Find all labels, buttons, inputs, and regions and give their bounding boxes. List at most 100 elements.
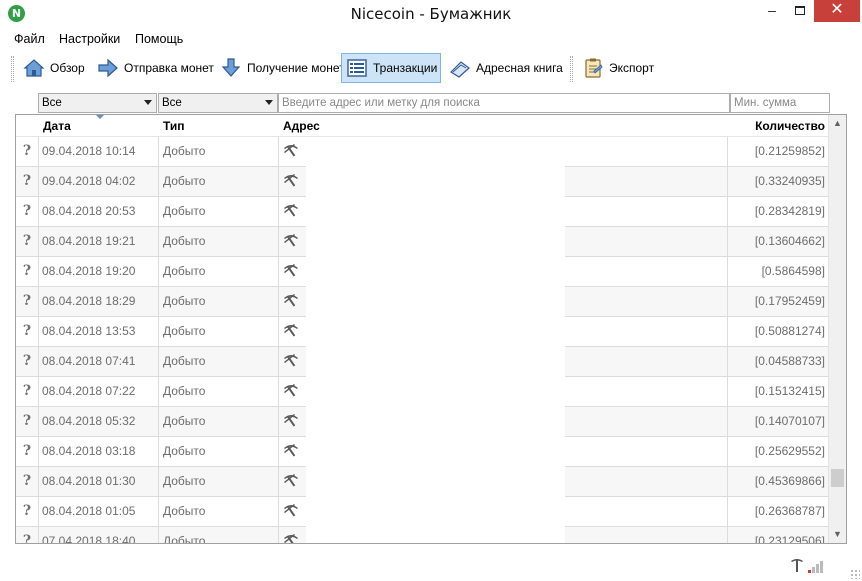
- export-label: Экспорт: [609, 61, 655, 75]
- mined-pickaxe-icon: [283, 354, 299, 368]
- addressbook-button[interactable]: Адресная книга: [445, 53, 567, 83]
- mined-pickaxe-icon: [283, 234, 299, 248]
- status-unconfirmed-icon: ?: [16, 227, 39, 257]
- row-date: 09.04.2018 04:02: [39, 167, 159, 197]
- filter-bar: Все Все Введите адрес или метку для поис…: [0, 93, 862, 114]
- overview-button[interactable]: Обзор: [19, 53, 89, 83]
- status-icons: [789, 557, 823, 573]
- mined-pickaxe-icon: [283, 414, 299, 428]
- close-button[interactable]: ✕: [814, 0, 860, 22]
- row-date: 08.04.2018 18:29: [39, 287, 159, 317]
- row-amount: [0.15132415]: [754, 384, 825, 398]
- row-type: Добыто: [159, 257, 279, 287]
- send-button[interactable]: Отправка монет: [93, 53, 218, 83]
- connection-signal-icon: [808, 559, 823, 573]
- column-header-address[interactable]: Адрес: [283, 119, 320, 133]
- scroll-down-icon[interactable]: ▼: [829, 526, 846, 543]
- status-unconfirmed-icon: ?: [16, 167, 39, 197]
- type-filter-value: Все: [162, 97, 182, 109]
- resize-grip[interactable]: [850, 569, 860, 579]
- search-input[interactable]: Введите адрес или метку для поиска: [278, 93, 730, 113]
- row-date: 08.04.2018 19:20: [39, 257, 159, 287]
- addressbook-label: Адресная книга: [476, 61, 563, 75]
- sort-indicator-icon: [96, 115, 104, 119]
- maximize-icon: [795, 6, 805, 15]
- column-header-date[interactable]: Дата: [43, 119, 71, 133]
- row-amount: [0.21259852]: [754, 144, 825, 158]
- mined-pickaxe-icon: [283, 294, 299, 308]
- row-amount: [0.26368787]: [754, 504, 825, 518]
- row-amount: [0.17952459]: [754, 294, 825, 308]
- toolbar: Обзор Отправка монет Получение монет Тра…: [0, 50, 862, 86]
- row-date: 08.04.2018 05:32: [39, 407, 159, 437]
- row-type: Добыто: [159, 317, 279, 347]
- chevron-down-icon: [144, 100, 152, 105]
- row-type: Добыто: [159, 437, 279, 467]
- min-amount-input[interactable]: Мин. сумма: [730, 93, 830, 113]
- row-amount: [0.23129506]: [754, 534, 825, 544]
- minimize-button[interactable]: –: [757, 0, 787, 22]
- row-date: 08.04.2018 20:53: [39, 197, 159, 227]
- export-clipboard-icon: [585, 58, 603, 78]
- status-bar: [0, 552, 862, 581]
- toolbar-grip[interactable]: [11, 56, 14, 82]
- row-type: Добыто: [159, 467, 279, 497]
- receive-button[interactable]: Получение монет: [216, 53, 349, 83]
- column-header-type[interactable]: Тип: [163, 119, 185, 133]
- row-date: 09.04.2018 10:14: [39, 137, 159, 167]
- vertical-scrollbar[interactable]: ▲ ▼: [828, 115, 846, 543]
- toolbar-grip-2[interactable]: [570, 56, 573, 82]
- chevron-down-icon: [265, 100, 273, 105]
- mined-pickaxe-icon: [283, 174, 299, 188]
- row-amount: [0.5864598]: [761, 264, 825, 278]
- status-unconfirmed-icon: ?: [16, 467, 39, 497]
- window-title: Nicecoin - Бумажник: [350, 5, 512, 23]
- row-amount: [0.04588733]: [754, 354, 825, 368]
- menu-file[interactable]: Файл: [14, 32, 45, 46]
- status-unconfirmed-icon: ?: [16, 377, 39, 407]
- overview-label: Обзор: [50, 61, 85, 75]
- status-unconfirmed-icon: ?: [16, 287, 39, 317]
- maximize-button[interactable]: [786, 0, 814, 22]
- row-type: Добыто: [159, 407, 279, 437]
- row-date: 08.04.2018 13:53: [39, 317, 159, 347]
- row-amount: [0.50881274]: [754, 324, 825, 338]
- row-date: 08.04.2018 03:18: [39, 437, 159, 467]
- type-filter-select[interactable]: Все: [158, 93, 278, 113]
- row-amount: [0.28342819]: [754, 204, 825, 218]
- status-unconfirmed-icon: ?: [16, 317, 39, 347]
- mined-pickaxe-icon: [283, 264, 299, 278]
- mining-icon: [791, 559, 803, 572]
- transactions-list-icon: [347, 59, 367, 77]
- row-amount: [0.25629552]: [754, 444, 825, 458]
- status-unconfirmed-icon: ?: [16, 257, 39, 287]
- scrollbar-thumb[interactable]: [831, 469, 844, 487]
- row-date: 08.04.2018 01:05: [39, 497, 159, 527]
- mined-pickaxe-icon: [283, 144, 299, 158]
- mined-pickaxe-icon: [283, 474, 299, 488]
- row-date: 08.04.2018 01:30: [39, 467, 159, 497]
- transactions-table: Дата Тип Адрес Количество ? 09.04.2018 10…: [15, 114, 847, 544]
- row-type: Добыто: [159, 347, 279, 377]
- transactions-button[interactable]: Транзакции: [341, 53, 441, 83]
- row-date: 07.04.2018 18:40: [39, 527, 159, 543]
- send-arrow-icon: [98, 58, 118, 78]
- row-amount: [0.45369866]: [754, 474, 825, 488]
- mined-pickaxe-icon: [283, 204, 299, 218]
- date-filter-select[interactable]: Все: [38, 93, 157, 113]
- title-bar: N Nicecoin - Бумажник – ✕: [0, 0, 862, 29]
- row-type: Добыто: [159, 197, 279, 227]
- menu-settings[interactable]: Настройки: [59, 32, 120, 46]
- date-filter-value: Все: [42, 97, 62, 109]
- row-amount: [0.14070107]: [754, 414, 825, 428]
- scroll-up-icon[interactable]: ▲: [829, 115, 846, 132]
- menu-help[interactable]: Помощь: [135, 32, 183, 46]
- export-button[interactable]: Экспорт: [578, 53, 658, 83]
- column-header-amount[interactable]: Количество: [755, 119, 825, 133]
- table-header: Дата Тип Адрес Количество: [16, 115, 828, 137]
- status-unconfirmed-icon: ?: [16, 527, 39, 543]
- mined-pickaxe-icon: [283, 534, 299, 543]
- row-type: Добыто: [159, 227, 279, 257]
- row-type: Добыто: [159, 377, 279, 407]
- receive-arrow-icon: [221, 58, 241, 77]
